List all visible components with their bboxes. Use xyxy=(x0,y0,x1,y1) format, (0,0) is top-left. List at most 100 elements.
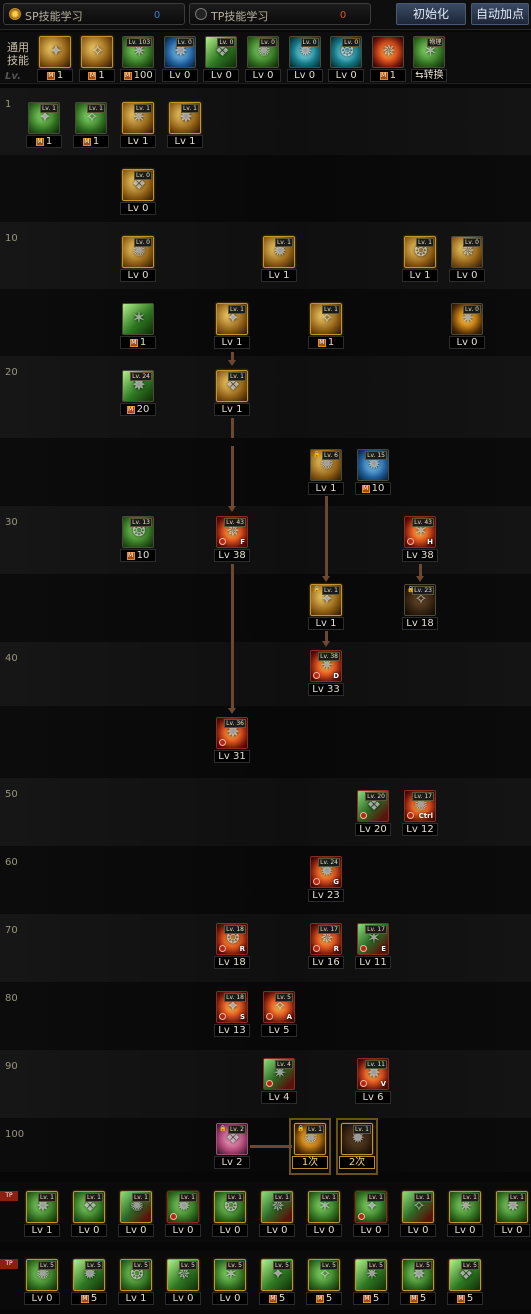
skill-slot[interactable]: ❂ Lv. 5 Lv 1 xyxy=(118,1259,154,1306)
tab-sp-skill-learn[interactable]: SP技能学习 0 xyxy=(3,3,185,25)
skill-slot[interactable]: ✹ Lv. 1 Lv 0 xyxy=(165,1191,201,1238)
skill-icon[interactable]: ✵ xyxy=(371,36,404,68)
reset-button[interactable]: 初始化 xyxy=(396,3,466,25)
skill-slot[interactable]: ✧ Lv. 5M5 xyxy=(306,1259,342,1306)
skill-icon[interactable]: ✵ Lv. 17 R xyxy=(310,923,342,955)
skill-slot[interactable]: ✧ Lv. 1 Lv 0 xyxy=(400,1191,436,1238)
skill-icon[interactable]: ✵ Lv. 0 xyxy=(451,236,483,268)
skill-slot[interactable]: ✺ Lv. 6 🔒 Lv 1 xyxy=(308,449,344,496)
skill-icon[interactable]: ✶ Lv. 43 H xyxy=(404,516,436,548)
skill-icon[interactable]: ✶ Lv. 1 xyxy=(308,1191,340,1223)
skill-icon[interactable]: ✺ Lv. 5 xyxy=(26,1259,58,1291)
skill-slot[interactable]: ✦ Lv. 1 Lv 1 xyxy=(214,303,250,350)
skill-slot[interactable]: ✹ Lv. 15 M 10 xyxy=(355,449,391,496)
skill-slot[interactable]: ✷ Lv. 103 M 100 xyxy=(120,36,157,83)
skill-icon[interactable]: ❂ Lv. 13 xyxy=(122,516,154,548)
skill-icon[interactable]: ✦ Lv. 1 xyxy=(355,1191,387,1223)
skill-slot[interactable]: ✹ Lv. 0 Lv 0 xyxy=(286,36,323,83)
skill-slot[interactable]: ✸ Lv. 0 Lv 0 xyxy=(161,36,198,83)
skill-icon[interactable]: ✹ Lv. 1 xyxy=(167,1191,199,1223)
skill-icon[interactable]: ❖ Lv. 1 xyxy=(73,1191,105,1223)
skill-icon[interactable]: ✺ Lv. 0 xyxy=(122,236,154,268)
skill-icon[interactable]: ✺ Lv. 17 Ctrl xyxy=(404,790,436,822)
skill-slot[interactable]: ❂ Lv. 18 R Lv 18 xyxy=(214,923,250,970)
skill-slot[interactable]: ❂ Lv. 1 Lv 1 xyxy=(402,236,438,283)
skill-slot[interactable]: ❂ Lv. 0 Lv 0 xyxy=(328,36,365,83)
skill-slot[interactable]: ✺ Lv. 1 Lv 0 xyxy=(118,1191,154,1238)
skill-slot[interactable]: ✵ Lv. 43 F Lv 38 xyxy=(214,516,250,563)
skill-icon[interactable]: ✸ Lv. 36 xyxy=(216,717,248,749)
skill-slot[interactable]: ✷ Lv. 4 Lv 4 xyxy=(261,1058,297,1105)
skill-icon[interactable]: ❖ Lv. 2 🔒 xyxy=(216,1123,248,1155)
skill-icon[interactable]: ✶ Lv. 17 E xyxy=(357,923,389,955)
skill-slot[interactable]: ✧ M 1 xyxy=(78,36,115,83)
skill-icon[interactable]: ✧ Lv. 1 xyxy=(75,102,107,134)
skill-icon[interactable]: ✶ xyxy=(122,303,154,335)
skill-icon[interactable]: ✶ Lv. 5 xyxy=(214,1259,246,1291)
skill-icon[interactable]: ❖ Lv. 1 xyxy=(216,370,248,402)
skill-icon[interactable]: ❖ Lv. 0 xyxy=(122,169,154,201)
skill-icon[interactable]: ❂ Lv. 1 xyxy=(404,236,436,268)
skill-icon[interactable]: ✸ Lv. 0 xyxy=(163,36,196,68)
skill-icon[interactable]: ✧ Lv. 5A xyxy=(263,991,295,1023)
skill-icon[interactable]: ✺ Lv. 1 xyxy=(120,1191,152,1223)
skill-icon[interactable]: ✦ Lv. 5 xyxy=(261,1259,293,1291)
skill-slot[interactable]: ❂ Lv. 1 Lv 0 xyxy=(212,1191,248,1238)
skill-icon[interactable]: ✹ Lv. 15 xyxy=(357,449,389,481)
skill-icon[interactable]: ✹ Lv. 1 xyxy=(341,1123,373,1155)
skill-slot[interactable]: ❖ Lv. 20 Lv 20 xyxy=(355,790,391,837)
skill-icon[interactable]: ✺ Lv. 0 xyxy=(247,36,279,68)
skill-icon[interactable]: ✷ Lv. 0 xyxy=(451,303,483,335)
skill-slot[interactable]: ❖ Lv. 1 Lv 1 xyxy=(214,370,250,417)
skill-slot[interactable]: ❖ Lv. 0 Lv 0 xyxy=(120,169,156,216)
skill-icon[interactable]: ✺ Lv. 6 🔒 xyxy=(310,449,342,481)
skill-slot[interactable]: ✸ Lv. 1 Lv 1 xyxy=(24,1191,60,1238)
skill-icon[interactable]: ✷ Lv. 38 D xyxy=(310,650,342,682)
skill-icon[interactable]: ❖ Lv. 0 xyxy=(205,36,238,68)
skill-slot[interactable]: ❖ Lv. 0 Lv 0 xyxy=(203,36,240,83)
skill-icon[interactable]: ✷ Lv. 1 xyxy=(122,102,154,134)
skill-slot[interactable]: ✺ Lv. 5 Lv 0 xyxy=(24,1259,60,1306)
skill-icon[interactable]: ❖ Lv. 20 xyxy=(357,790,389,822)
auto-assign-button[interactable]: 自动加点 xyxy=(471,3,529,25)
skill-slot[interactable]: ❂ Lv. 13 M 10 xyxy=(120,516,156,563)
skill-icon[interactable]: ✶ 物理 xyxy=(413,36,446,68)
skill-slot[interactable]: ✵ Lv. 17 R Lv 16 xyxy=(308,923,344,970)
skill-slot[interactable]: ❖ Lv. 1 Lv 0 xyxy=(71,1191,107,1238)
skill-slot[interactable]: ✦ Lv. 1M1 xyxy=(26,102,62,149)
skill-slot[interactable]: ✧ Lv. 23 🔒 Lv 18 xyxy=(402,584,438,631)
skill-slot[interactable]: ✦ Lv. 1 Lv 0 xyxy=(353,1191,389,1238)
skill-icon[interactable]: ✵ Lv. 5 xyxy=(167,1259,199,1291)
skill-slot[interactable]: ✷ Lv. 38 D Lv 33 xyxy=(308,650,344,697)
skill-slot[interactable]: ✺ Lv. 0 Lv 0 xyxy=(245,36,281,83)
skill-icon[interactable]: ❂ Lv. 0 xyxy=(330,36,363,68)
skill-icon[interactable]: ❂ Lv. 5 xyxy=(120,1259,152,1291)
skill-slot[interactable]: ✹ Lv. 1 Lv 1 xyxy=(261,236,297,283)
skill-slot[interactable]: ✺ Lv. 1 🔒 1次 xyxy=(289,1118,331,1175)
skill-icon[interactable]: ✹ Lv. 1 xyxy=(263,236,295,268)
skill-slot[interactable]: ✷ Lv. 1 Lv 0 xyxy=(447,1191,483,1238)
skill-icon[interactable]: ✧ Lv. 1 xyxy=(402,1191,434,1223)
skill-icon[interactable]: ✷ Lv. 103 xyxy=(122,36,155,68)
skill-icon[interactable]: ✸ Lv. 24 xyxy=(122,370,154,402)
skill-slot[interactable]: ✶ 物理 ⇆转换 xyxy=(411,36,448,83)
skill-slot[interactable]: ✧ Lv. 1M1 xyxy=(73,102,109,149)
skill-icon[interactable]: ✦ Lv. 1 🔒 xyxy=(310,584,342,616)
skill-slot[interactable]: ✦ Lv. 5M5 xyxy=(259,1259,295,1306)
skill-icon[interactable]: ❂ Lv. 1 xyxy=(214,1191,246,1223)
skill-icon[interactable]: ✧ Lv. 23 🔒 xyxy=(404,584,436,616)
skill-icon[interactable]: ✧ Lv. 1 xyxy=(310,303,342,335)
skill-slot[interactable]: ✧ Lv. 5 A Lv 5 xyxy=(261,991,297,1038)
skill-slot[interactable]: ✶ Lv. 43 H Lv 38 xyxy=(402,516,438,563)
skill-icon[interactable]: ❂ Lv. 18 R xyxy=(216,923,248,955)
skill-slot[interactable]: ✶ Lv. 1 Lv 0 xyxy=(306,1191,342,1238)
skill-slot[interactable]: ✹ Lv. 5M5 xyxy=(71,1259,107,1306)
skill-slot[interactable]: ❖ Lv. 2 🔒 Lv 2 xyxy=(214,1123,250,1170)
skill-icon[interactable]: ✹ Lv. 5 xyxy=(73,1259,105,1291)
skill-icon[interactable]: ✷ Lv. 4 xyxy=(263,1058,295,1090)
skill-slot[interactable]: ✷ Lv. 1 Lv 1 xyxy=(120,102,156,149)
skill-icon[interactable]: ✸ Lv. 1 xyxy=(26,1191,58,1223)
skill-icon[interactable]: ✹ Lv. 0 xyxy=(288,36,321,68)
skill-slot[interactable]: ✵ Lv. 5 Lv 0 xyxy=(165,1259,201,1306)
skill-slot[interactable]: ✹ Lv. 1 2次 xyxy=(336,1118,378,1175)
